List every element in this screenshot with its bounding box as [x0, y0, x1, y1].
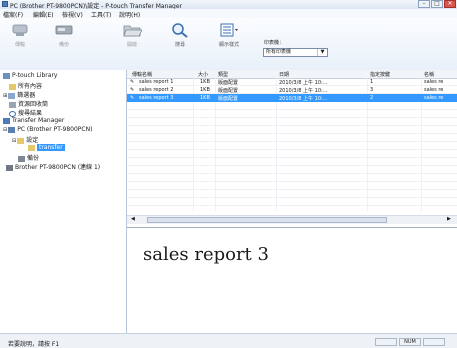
view-style-icon [220, 23, 238, 37]
library-icon [3, 72, 10, 79]
grid-line [127, 102, 457, 110]
tree-item-all-contents[interactable]: 所有內容 [9, 81, 42, 90]
grid-line [127, 150, 457, 158]
tree-item-printer[interactable]: Brother PT-9800PCN (連線 1) [6, 162, 100, 171]
printer-select-value: 所有印表機 [266, 49, 292, 55]
grid-line [127, 174, 457, 182]
app-icon [2, 1, 8, 7]
grid-line [127, 158, 457, 166]
status-num: NUM [399, 338, 421, 346]
printer-icon [6, 164, 13, 171]
table-row-selected[interactable]: ✎ sales report 3 1KB 版面配置 2010/3/8 上午 10… [127, 94, 457, 102]
grid-line [127, 118, 457, 126]
transfer-button[interactable]: 傳輸 [8, 22, 32, 48]
grid-line [127, 126, 457, 134]
expand-icon[interactable]: ⊞ [3, 93, 7, 99]
tree-item-recycle-bin[interactable]: 資源回收筒 [9, 99, 48, 108]
collapse-icon[interactable]: ⊟ [3, 127, 7, 133]
folder-icon [9, 83, 16, 90]
layout-file-icon: ✎ [130, 87, 135, 93]
backup-icon [55, 25, 73, 35]
settings-folder-icon [17, 137, 25, 144]
column-header-key[interactable]: 指定按鍵 [370, 71, 390, 78]
grid-line [127, 110, 457, 118]
open-button[interactable]: 開啟 [120, 22, 144, 48]
tree-item-backup[interactable]: 備份 [18, 153, 39, 162]
layout-file-icon: ✎ [130, 95, 135, 101]
tree-item-search-results[interactable]: 搜尋結果 [9, 108, 42, 117]
tree-item-ptouch-library[interactable]: P-touch Library [3, 72, 57, 79]
printer-label: 印表機： [264, 40, 285, 46]
title-bar: PC (Brother PT-9800PCN)\設定 - P-touch Tra… [0, 0, 457, 10]
status-bar: 若要說明，請按 F1 NUM [0, 333, 457, 348]
grid-line [127, 190, 457, 198]
backup-icon [18, 155, 25, 162]
grid-line [127, 198, 457, 206]
scroll-left-icon[interactable]: ◀ [131, 216, 135, 222]
collapse-icon[interactable]: ⊟ [12, 138, 16, 144]
chevron-down-icon[interactable]: ▼ [317, 49, 327, 56]
folder-icon [28, 144, 35, 151]
search-button[interactable]: 搜尋 [168, 22, 192, 48]
minimize-button[interactable]: – [418, 0, 430, 8]
transfer-list: 傳輸名稱 大小 類型 日期 指定按鍵 名稱 ✎ sales report 1 1… [127, 70, 457, 225]
toolbar: 傳輸 備份 開啟 搜尋 顯示樣式 印表機： 所有印表機 ▼ [0, 18, 457, 71]
close-button[interactable]: ✕ [444, 0, 456, 8]
tree-item-transfer-manager[interactable]: Transfer Manager [3, 117, 64, 124]
scroll-thumb[interactable] [147, 217, 387, 223]
layout-file-icon: ✎ [130, 79, 135, 85]
backup-button[interactable]: 備份 [52, 22, 76, 48]
preview-text: sales report 3 [143, 244, 269, 265]
folder-tree: P-touch Library 所有內容 ⊞ 篩選器 資源回收筒 搜尋結果 Tra… [0, 70, 127, 333]
column-header-name[interactable]: 傳輸名稱 [132, 71, 152, 78]
grid-line [127, 134, 457, 142]
tree-item-pc[interactable]: ⊟ PC (Brother PT-9800PCN) [3, 126, 92, 133]
column-header-size[interactable]: 大小 [198, 71, 208, 78]
printer-select[interactable]: 所有印表機 ▼ [263, 48, 328, 57]
tree-item-settings[interactable]: ⊟ 設定 [12, 135, 38, 144]
preview-pane: sales report 3 [127, 227, 457, 334]
tree-item-filters[interactable]: ⊞ 篩選器 [3, 90, 35, 99]
status-cell [423, 338, 445, 346]
transfer-icon [12, 24, 28, 36]
column-header-type[interactable]: 類型 [218, 71, 228, 78]
search-results-icon [9, 110, 16, 117]
horizontal-scrollbar[interactable]: ◀ ▶ [127, 215, 457, 224]
view-style-button[interactable]: 顯示樣式 [214, 22, 244, 48]
grid-line [127, 182, 457, 190]
scroll-right-icon[interactable]: ▶ [447, 216, 451, 222]
tree-item-transfer[interactable]: transfer [28, 144, 65, 151]
filter-icon [8, 92, 16, 99]
pc-icon [8, 126, 16, 133]
transfer-manager-icon [3, 117, 10, 124]
maximize-button[interactable]: □ [431, 0, 443, 8]
recycle-icon [9, 101, 16, 108]
column-header-date[interactable]: 日期 [279, 71, 289, 78]
status-cell [375, 338, 397, 346]
grid-line [127, 166, 457, 174]
search-icon [172, 23, 188, 38]
column-header-title[interactable]: 名稱 [424, 71, 434, 78]
open-icon [123, 25, 142, 37]
table-row[interactable]: ✎ sales report 1 1KB 版面配置 2010/3/8 上午 10… [127, 78, 457, 86]
table-row[interactable]: ✎ sales report 2 1KB 版面配置 2010/3/8 上午 10… [127, 86, 457, 94]
grid-line [127, 142, 457, 150]
menu-bar: 檔案(F) 編輯(E) 檢視(V) 工具(T) 說明(H) [0, 9, 457, 19]
